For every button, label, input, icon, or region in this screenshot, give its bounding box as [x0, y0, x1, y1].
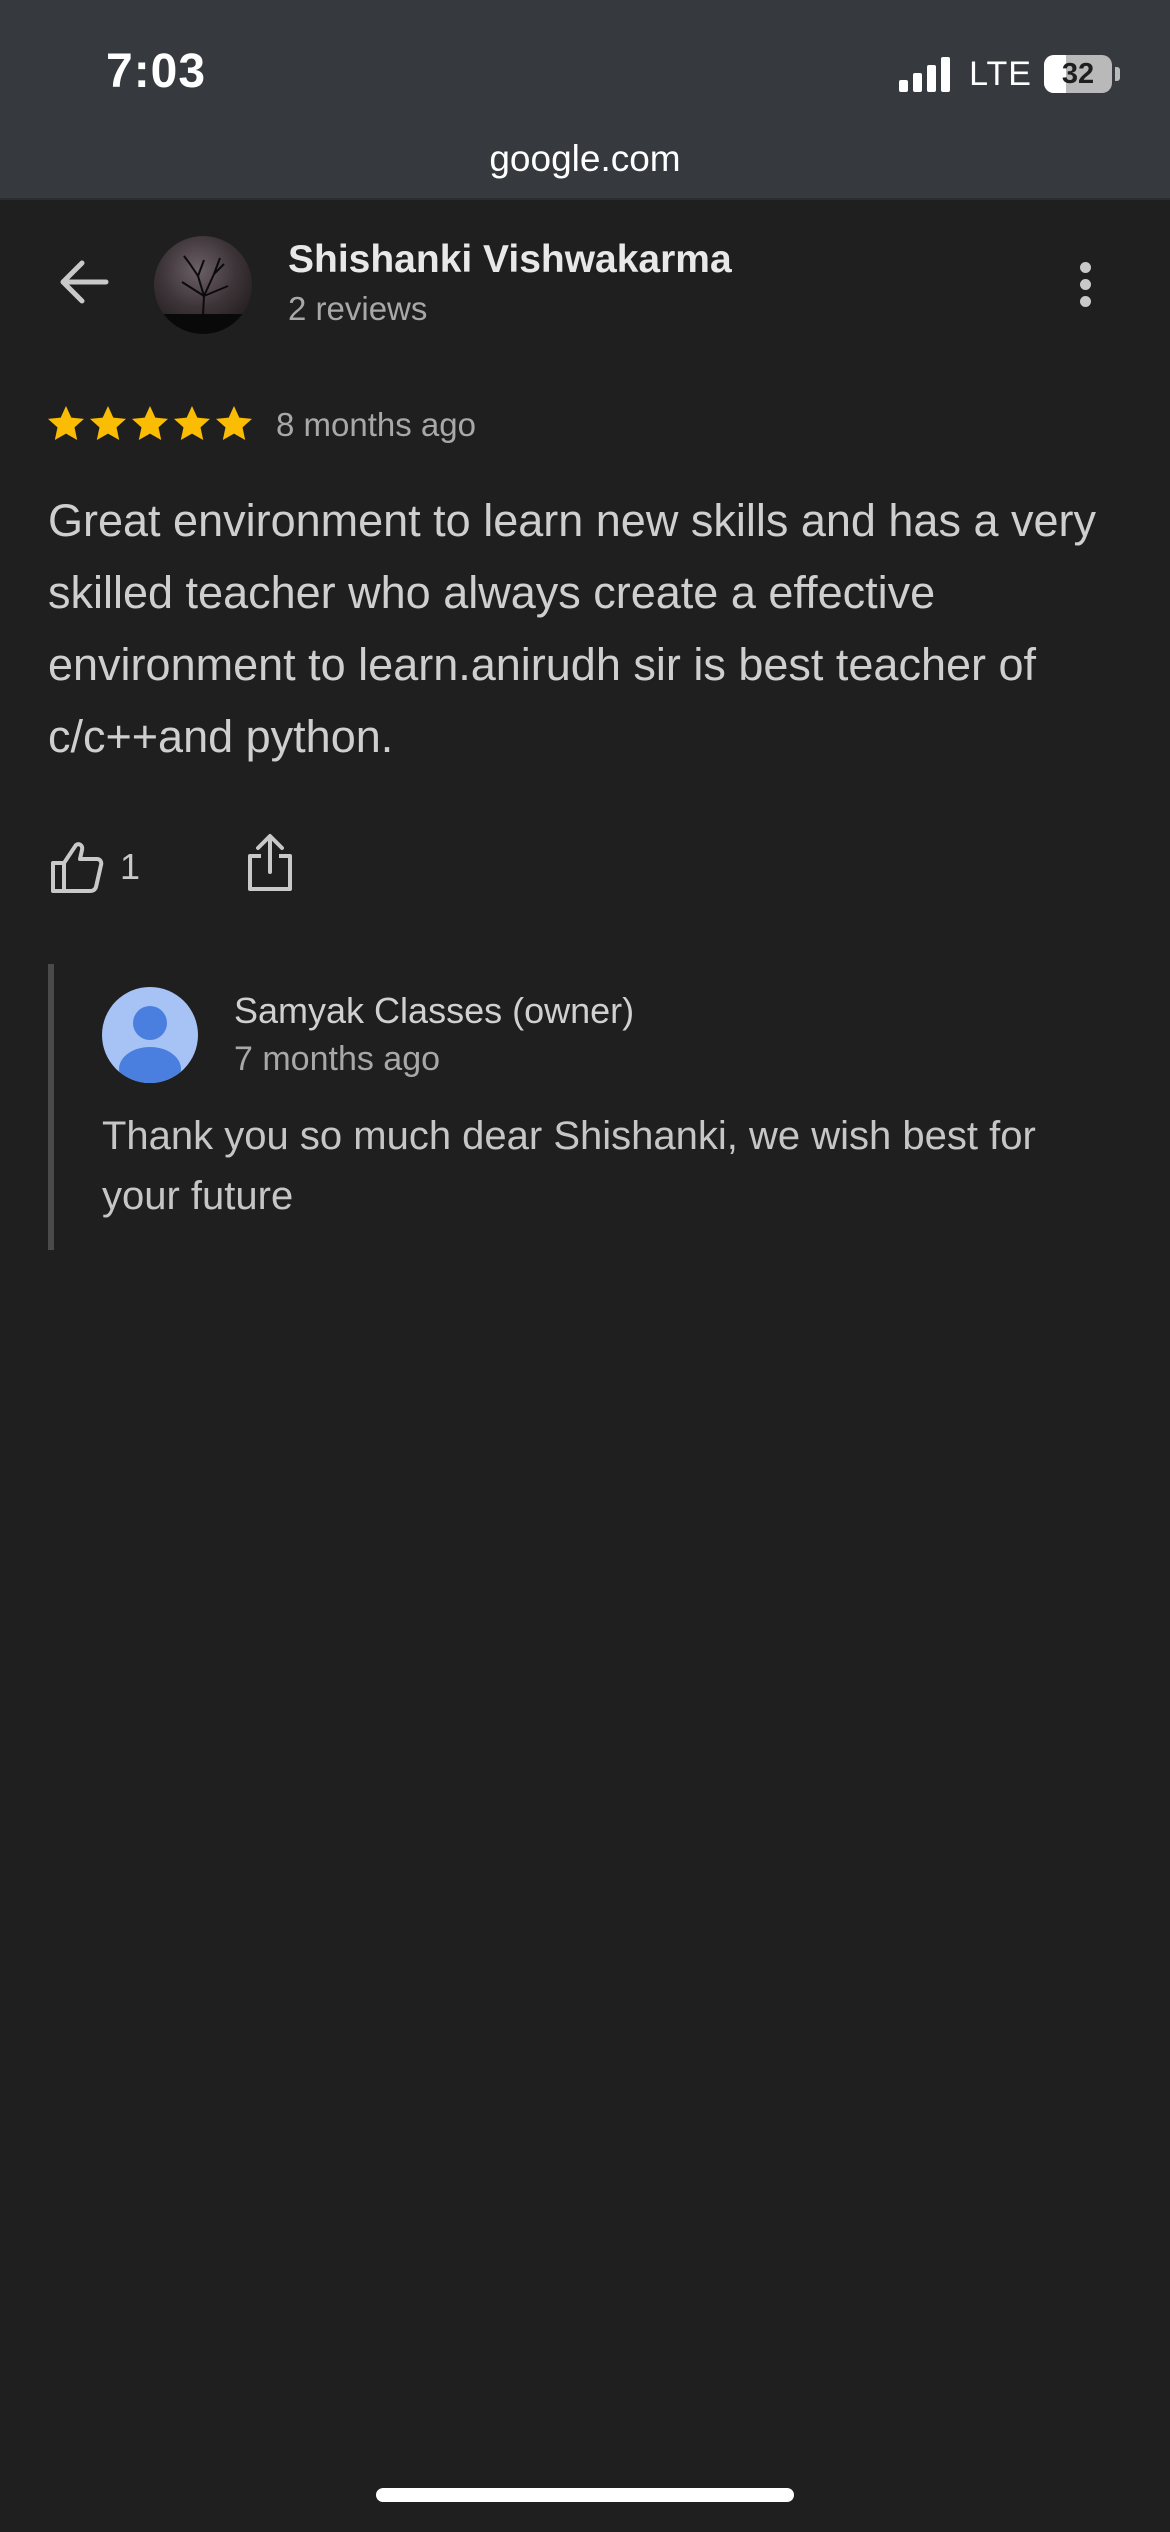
network-type: LTE — [969, 54, 1032, 93]
star-icon — [216, 406, 252, 440]
star-icon — [132, 406, 168, 440]
status-indicators: LTE 32 — [899, 52, 1120, 96]
owner-name: Samyak Classes (owner) — [234, 990, 635, 1031]
avatar-photo — [154, 255, 252, 334]
star-icon — [174, 406, 210, 440]
star-rating — [46, 404, 256, 444]
share-icon — [248, 834, 292, 891]
battery-nub — [1115, 67, 1120, 81]
status-time: 7:03 — [106, 45, 207, 98]
share-button[interactable] — [242, 832, 298, 894]
battery-level: 32 — [1061, 57, 1095, 90]
arrow-left-icon — [60, 260, 109, 304]
owner-avatar — [102, 987, 198, 1083]
star-icon — [90, 406, 126, 440]
page: 7:03 LTE 32 google.com Shishanki Vishwak… — [0, 0, 1170, 2532]
reviewer-avatar[interactable] — [154, 236, 252, 334]
review-time: 8 months ago — [276, 406, 476, 443]
thumbs-up-icon — [51, 842, 104, 893]
reviewer-review-count: 2 reviews — [288, 290, 428, 327]
home-indicator[interactable] — [376, 2488, 794, 2502]
like-button[interactable]: 1 — [48, 836, 140, 898]
reply-divider — [48, 964, 54, 1250]
url-bar[interactable]: google.com — [0, 138, 1170, 180]
like-count: 1 — [120, 846, 141, 887]
owner-reply-time: 7 months ago — [234, 1040, 441, 1078]
owner-reply-text: Thank you so much dear Shishanki, we wis… — [102, 1114, 1036, 1218]
signal-icon — [899, 56, 955, 92]
star-icon — [48, 406, 84, 440]
reviewer-name[interactable]: Shishanki Vishwakarma — [288, 238, 732, 282]
person-icon — [119, 1006, 181, 1083]
back-button[interactable] — [52, 250, 116, 314]
review-text: Great environment to learn new skills an… — [48, 495, 1097, 762]
battery-icon: 32 — [1044, 55, 1112, 93]
more-options-button[interactable] — [1066, 252, 1106, 316]
browser-header: 7:03 LTE 32 google.com — [0, 0, 1170, 200]
